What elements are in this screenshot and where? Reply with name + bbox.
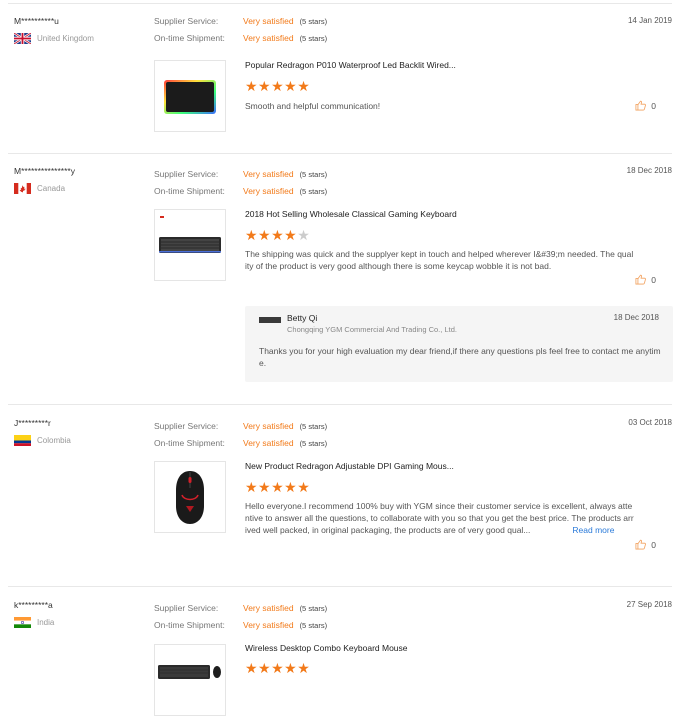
canada-flag-icon xyxy=(14,183,31,194)
reply-company[interactable]: Chongqing YGM Commercial And Trading Co.… xyxy=(287,325,457,334)
colombia-flag-icon xyxy=(14,435,31,446)
on-time-shipment-row: On-time Shipment: Very satisfied (5 stars) xyxy=(154,33,327,43)
supplier-service-label: Supplier Service: xyxy=(154,169,219,179)
on-time-shipment-stars: (5 stars) xyxy=(299,187,328,196)
on-time-shipment-stars: (5 stars) xyxy=(299,439,328,448)
on-time-shipment-label: On-time Shipment: xyxy=(154,186,225,196)
on-time-shipment-value: Very satisfied xyxy=(243,33,294,43)
star-icon: ★★★★★ xyxy=(245,479,311,495)
star-icon: ★★★★★ xyxy=(245,660,311,676)
product-title[interactable]: Popular Redragon P010 Waterproof Led Bac… xyxy=(245,60,456,70)
supplier-service-value: Very satisfied xyxy=(243,16,294,26)
rating-stars: ★★★★★ xyxy=(245,228,310,242)
product-title[interactable]: 2018 Hot Selling Wholesale Classical Gam… xyxy=(245,209,457,219)
reviewer-name: M**********u xyxy=(14,16,59,26)
keyboard-combo-image xyxy=(158,665,221,679)
supplier-service-stars: (5 stars) xyxy=(299,422,328,431)
reply-text: Thanks you for your high evaluation my d… xyxy=(259,346,661,368)
product-thumbnail[interactable] xyxy=(154,209,226,281)
reviewer-country: Canada xyxy=(14,183,65,194)
review-divider xyxy=(8,153,672,154)
on-time-shipment-row: On-time Shipment: Very satisfied (5 stars) xyxy=(154,438,327,448)
on-time-shipment-stars: (5 stars) xyxy=(299,621,328,630)
uk-flag-icon xyxy=(14,33,31,44)
supplier-service-stars: (5 stars) xyxy=(299,17,328,26)
review-divider xyxy=(8,586,672,587)
review-date: 18 Dec 2018 xyxy=(626,166,672,175)
like-count: 0 xyxy=(651,274,656,285)
rating-stars: ★★★★★ xyxy=(245,661,310,675)
supplier-service-label: Supplier Service: xyxy=(154,421,219,431)
country-name: United Kingdom xyxy=(37,34,94,43)
supplier-service-row: Supplier Service: Very satisfied (5 stars) xyxy=(154,421,327,431)
on-time-shipment-value: Very satisfied xyxy=(243,438,294,448)
on-time-shipment-label: On-time Shipment: xyxy=(154,33,225,43)
like-count: 0 xyxy=(651,100,656,111)
read-more-link[interactable]: Read more xyxy=(572,525,614,535)
product-thumbnail[interactable] xyxy=(154,60,226,132)
supplier-service-value: Very satisfied xyxy=(243,603,294,613)
product-thumbnail[interactable] xyxy=(154,461,226,533)
star-empty-icon: ★ xyxy=(297,227,311,243)
on-time-shipment-stars: (5 stars) xyxy=(299,34,328,43)
thumbs-up-icon xyxy=(635,274,647,285)
supplier-service-value: Very satisfied xyxy=(243,169,294,179)
like-button[interactable]: 0 xyxy=(635,539,656,550)
reviewer-country: Colombia xyxy=(14,435,71,446)
supplier-service-stars: (5 stars) xyxy=(299,170,328,179)
india-flag-icon xyxy=(14,617,31,628)
product-title[interactable]: Wireless Desktop Combo Keyboard Mouse xyxy=(245,643,408,653)
star-icon: ★★★★★ xyxy=(245,78,311,94)
review-date: 14 Jan 2019 xyxy=(627,16,672,25)
product-title[interactable]: New Product Redragon Adjustable DPI Gami… xyxy=(245,461,454,471)
reply-date: 18 Dec 2018 xyxy=(613,313,659,322)
keyboard-image xyxy=(159,216,221,253)
country-name: Canada xyxy=(37,184,66,193)
like-count: 0 xyxy=(651,539,656,550)
review-date: 27 Sep 2018 xyxy=(626,600,672,609)
mousepad-image xyxy=(164,80,216,114)
supplier-service-row: Supplier Service: Very satisfied (5 stars) xyxy=(154,169,327,179)
on-time-shipment-row: On-time Shipment: Very satisfied (5 stars) xyxy=(154,620,327,630)
reviewer-country: United Kingdom xyxy=(14,33,94,44)
on-time-shipment-label: On-time Shipment: xyxy=(154,620,225,630)
product-thumbnail[interactable] xyxy=(154,644,226,716)
reviewer-name: J*********r xyxy=(14,418,51,428)
review-divider xyxy=(8,404,672,405)
supplier-reply: Betty Qi Chongqing YGM Commercial And Tr… xyxy=(245,306,673,382)
reviewer-country: India xyxy=(14,617,54,628)
like-button[interactable]: 0 xyxy=(635,274,656,285)
reviewer-name: M***************y xyxy=(14,166,75,176)
thumbs-up-icon xyxy=(635,100,647,111)
supplier-service-value: Very satisfied xyxy=(243,421,294,431)
top-divider xyxy=(8,3,672,4)
review-comment: The shipping was quick and the supplyer … xyxy=(245,249,634,271)
review-comment: Hello everyone.I recommend 100% buy with… xyxy=(245,500,635,536)
on-time-shipment-value: Very satisfied xyxy=(243,186,294,196)
country-name: India xyxy=(37,618,55,627)
gaming-mouse-image xyxy=(176,471,204,524)
supplier-service-row: Supplier Service: Very satisfied (5 stars) xyxy=(154,603,327,613)
supplier-logo xyxy=(259,317,281,323)
reply-author: Betty Qi xyxy=(287,313,318,323)
star-icon: ★★★★ xyxy=(245,227,298,243)
review-comment: Smooth and helpful communication! xyxy=(245,101,381,111)
rating-stars: ★★★★★ xyxy=(245,79,310,93)
thumbs-up-icon xyxy=(635,539,647,550)
like-button[interactable]: 0 xyxy=(635,100,656,111)
on-time-shipment-row: On-time Shipment: Very satisfied (5 stars) xyxy=(154,186,327,196)
supplier-service-label: Supplier Service: xyxy=(154,16,219,26)
country-name: Colombia xyxy=(37,436,71,445)
supplier-service-stars: (5 stars) xyxy=(299,604,328,613)
reviewer-name: k*********a xyxy=(14,600,53,610)
on-time-shipment-value: Very satisfied xyxy=(243,620,294,630)
supplier-service-row: Supplier Service: Very satisfied (5 stars) xyxy=(154,16,327,26)
supplier-service-label: Supplier Service: xyxy=(154,603,219,613)
rating-stars: ★★★★★ xyxy=(245,480,310,494)
review-date: 03 Oct 2018 xyxy=(628,418,672,427)
on-time-shipment-label: On-time Shipment: xyxy=(154,438,225,448)
